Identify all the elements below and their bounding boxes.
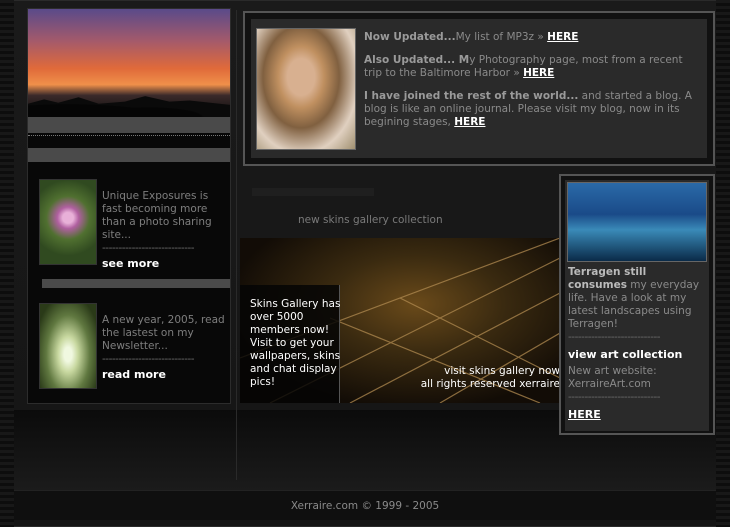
see-more-link[interactable]: see more [102, 257, 226, 270]
read-more-link[interactable]: read more [102, 368, 226, 381]
news-item: Also Updated... My Photography page, mos… [364, 54, 698, 80]
art-website-text: New art website: XerraireArt.com [568, 365, 657, 390]
left-bar [42, 279, 230, 288]
separator: ---------------------------- [568, 331, 661, 343]
view-art-collection-link[interactable]: view art collection [568, 348, 708, 361]
news-item: I have joined the rest of the world... a… [364, 90, 698, 129]
blurb-text: Unique Exposures is fast becoming more t… [102, 190, 212, 241]
gallery-title: new skins gallery collection [298, 214, 443, 226]
news-heading: I have joined the rest of the world... [364, 90, 579, 102]
blog-here-link[interactable]: HERE [454, 116, 485, 128]
news-panel: Now Updated...My list of MP3z » HERE Als… [243, 11, 715, 166]
sunset-banner-image [28, 9, 230, 117]
visit-gallery: visit skins gallery now all rights reser… [421, 365, 560, 391]
rights-text: all rights reserved xerraire [420, 378, 560, 390]
separator: ---------------------------- [102, 242, 195, 254]
news-text: My list of MP3z » [455, 31, 544, 43]
fountain-thumbnail[interactable] [39, 303, 97, 389]
news-heading: Also Updated... M [364, 54, 470, 66]
newsletter-blurb: A new year, 2005, read the lastest on my… [102, 314, 226, 381]
art-panel: Terragen still consumes my everyday life… [559, 174, 715, 435]
dotted-divider [28, 135, 230, 136]
orchid-thumbnail[interactable] [39, 179, 97, 265]
portrait-photo [256, 28, 356, 150]
unique-exposures-blurb: Unique Exposures is fast becoming more t… [102, 190, 226, 270]
news-heading: Now Updated... [364, 31, 456, 43]
blurred-heading [252, 188, 374, 196]
right-edge-decoration [716, 0, 730, 527]
visit-gallery-link[interactable]: visit skins gallery now [444, 365, 560, 377]
left-column: Unique Exposures is fast becoming more t… [27, 8, 231, 404]
photography-here-link[interactable]: HERE [523, 67, 554, 79]
mp3-here-link[interactable]: HERE [547, 31, 578, 43]
terragen-landscape-image[interactable] [567, 182, 707, 262]
left-bar [28, 117, 230, 133]
separator: ---------------------------- [568, 391, 661, 403]
skins-gallery-banner[interactable]: Skins Gallery has over 5000 members now!… [240, 238, 560, 403]
news-item: Now Updated...My list of MP3z » HERE [364, 31, 698, 44]
art-here-link[interactable]: HERE [568, 408, 708, 421]
separator: ---------------------------- [102, 353, 195, 365]
column-divider [236, 10, 237, 480]
news-list: Now Updated...My list of MP3z » HERE Als… [364, 31, 698, 139]
art-text: Terragen still consumes my everyday life… [568, 266, 708, 425]
gallery-description: Skins Gallery has over 5000 members now!… [250, 298, 341, 388]
footer: Xerraire.com © 1999 - 2005 [14, 490, 716, 520]
left-edge-decoration [0, 0, 14, 527]
left-bar [28, 148, 230, 162]
blurb-text: A new year, 2005, read the lastest on my… [102, 314, 225, 352]
